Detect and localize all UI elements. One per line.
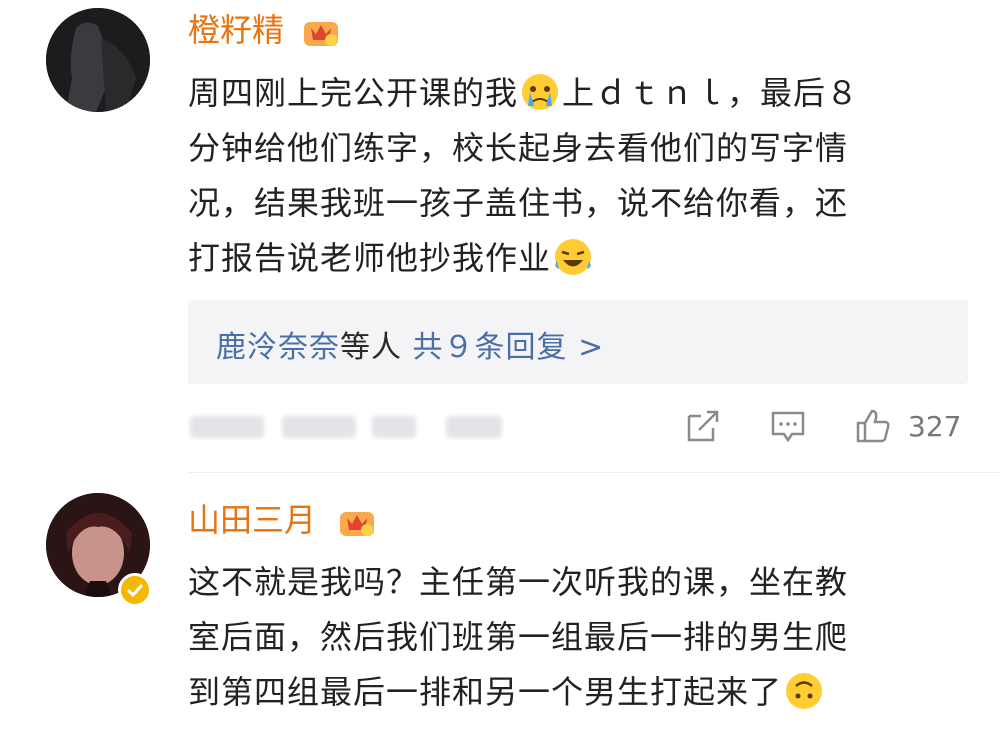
crown-badge-icon bbox=[304, 22, 338, 46]
like-count: 327 bbox=[908, 410, 962, 443]
blurred-location bbox=[372, 416, 416, 438]
blurred-timestamp bbox=[282, 416, 356, 438]
username[interactable]: 山田三月 bbox=[188, 500, 316, 540]
user-avatar[interactable] bbox=[46, 8, 150, 112]
reply-users-suffix: 等人 bbox=[340, 330, 402, 365]
comment-divider bbox=[188, 472, 1000, 473]
verified-badge-icon bbox=[118, 573, 152, 607]
crown-badge-icon bbox=[340, 512, 374, 536]
reply-users-link[interactable]: 鹿泠奈奈 bbox=[216, 330, 340, 365]
crying-emoji-icon bbox=[522, 74, 559, 110]
replies-preview[interactable]: 鹿泠奈奈等人 共９条回复 > bbox=[188, 300, 968, 384]
comment-icon[interactable] bbox=[770, 408, 806, 444]
username[interactable]: 橙籽精 bbox=[188, 10, 284, 50]
laughing-crying-emoji-icon bbox=[555, 239, 592, 275]
blurred-location bbox=[446, 416, 502, 438]
chevron-right-icon[interactable]: > bbox=[578, 330, 604, 365]
blurred-timestamp bbox=[190, 416, 264, 438]
reply-count-link[interactable]: 共９条回复 bbox=[413, 330, 568, 365]
comment-text: 这不就是我吗？主任第一次听我的课，坐在教 室后面，然后我们班第一组最后一排的男生… bbox=[188, 563, 849, 711]
share-icon[interactable] bbox=[685, 408, 721, 444]
upside-down-face-emoji-icon bbox=[786, 673, 823, 709]
thumbs-up-icon[interactable] bbox=[855, 408, 891, 444]
comment-text: 周四刚上完公开课的我 上ｄｔｎｌ，最后８ 分钟给他们练字，校长起身去看他们的写字情… bbox=[188, 74, 860, 277]
